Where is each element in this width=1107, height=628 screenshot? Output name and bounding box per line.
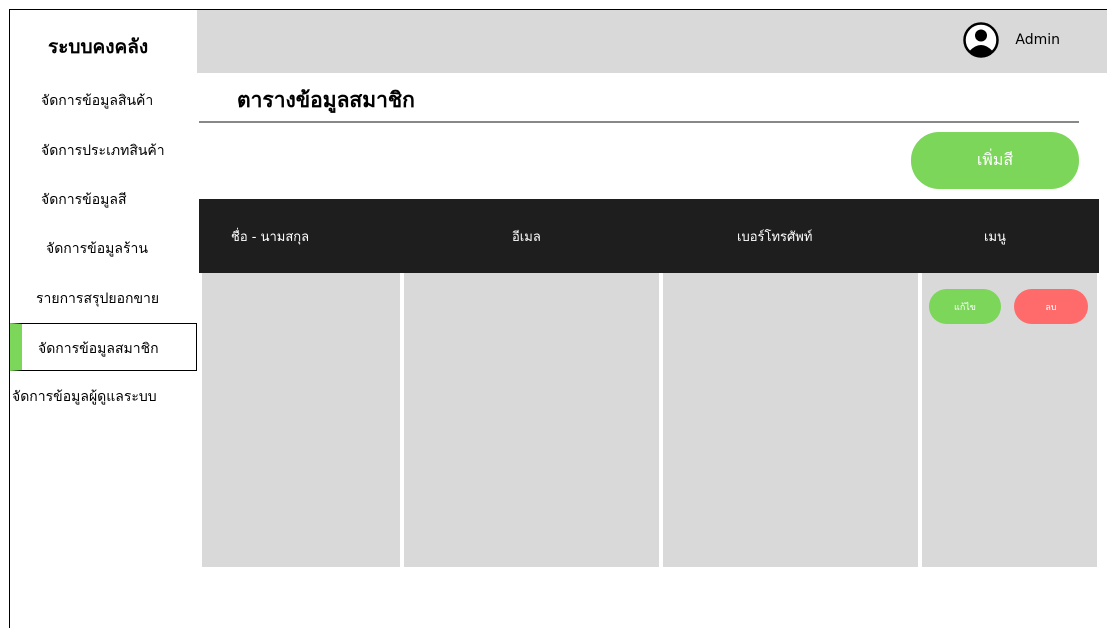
sidebar-item-colors[interactable]: จัดการข้อมูลสี: [41, 189, 126, 211]
column-header-email: อีเมล: [512, 230, 541, 245]
table-header: ชื่อ - นามสกุล อีเมล เบอร์โทรศัพท์ เมนู: [199, 199, 1099, 273]
title-divider: [199, 121, 1079, 123]
add-button[interactable]: เพิ่มสี: [911, 132, 1079, 189]
edit-button[interactable]: แก้ไข: [929, 289, 1001, 324]
sidebar-item-label: จัดการข้อมูลสมาชิก: [38, 341, 159, 357]
column-header-phone: เบอร์โทรศัพท์: [737, 230, 813, 245]
table-column-phone: [663, 273, 918, 567]
table-column-name: [202, 273, 400, 567]
app-frame: ระบบคงคลัง จัดการข้อมูลสินค้า จัดการประเ…: [9, 9, 1107, 628]
sidebar-item-products[interactable]: จัดการข้อมูลสินค้า: [41, 90, 153, 112]
sidebar-item-shops[interactable]: จัดการข้อมูลร้าน: [46, 238, 148, 260]
column-header-name: ชื่อ - นามสกุล: [231, 230, 310, 245]
user-name-label[interactable]: Admin: [1015, 32, 1060, 48]
page-title: ตารางข้อมูลสมาชิก: [237, 88, 415, 112]
top-bar: Admin: [197, 10, 1107, 73]
user-circle-icon[interactable]: [963, 22, 999, 58]
sidebar-item-sales-summary[interactable]: รายการสรุปยอกขาย: [36, 288, 159, 310]
sidebar: ระบบคงคลัง จัดการข้อมูลสินค้า จัดการประเ…: [10, 10, 197, 628]
delete-button[interactable]: ลบ: [1014, 289, 1088, 324]
column-header-menu: เมนู: [984, 230, 1006, 245]
sidebar-item-members[interactable]: จัดการข้อมูลสมาชิก: [10, 323, 197, 371]
sidebar-item-product-types[interactable]: จัดการประเภทสินค้า: [41, 140, 165, 162]
app-title: ระบบคงคลัง: [48, 36, 149, 58]
table-column-email: [404, 273, 659, 567]
sidebar-item-admins[interactable]: จัดการข้อมูลผู้ดูแลระบบ: [12, 386, 157, 408]
